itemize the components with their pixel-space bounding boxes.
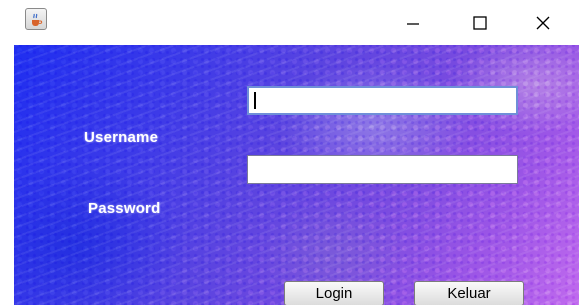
maximize-button[interactable] (457, 0, 503, 45)
password-label: Password (88, 200, 161, 217)
java-coffee-icon (25, 8, 47, 30)
maximize-icon (473, 15, 487, 30)
username-label: Username (84, 129, 159, 146)
text-caret (254, 92, 256, 109)
close-button[interactable] (520, 0, 566, 45)
minimize-button[interactable] (390, 0, 436, 45)
login-window: Username Password Login Keluar (0, 0, 579, 305)
login-button[interactable]: Login (284, 281, 384, 305)
minimize-icon (407, 22, 419, 25)
password-input[interactable] (247, 155, 518, 184)
exit-button[interactable]: Keluar (414, 281, 524, 305)
title-bar[interactable] (0, 0, 579, 45)
username-input[interactable] (247, 86, 518, 115)
close-icon (536, 16, 550, 29)
